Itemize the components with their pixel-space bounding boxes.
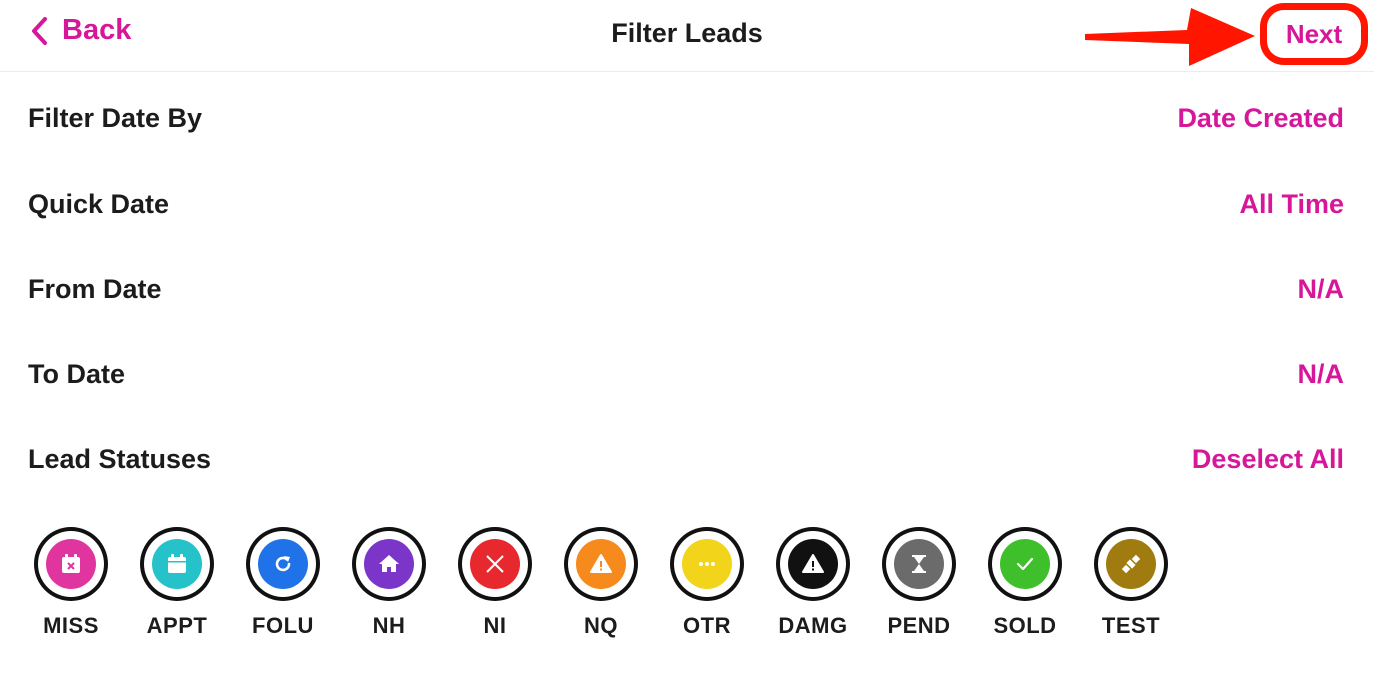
- status-sold[interactable]: SOLD: [972, 527, 1078, 639]
- deselect-all-button[interactable]: Deselect All: [1192, 444, 1344, 475]
- refresh-icon: [275, 556, 291, 572]
- status-code: SOLD: [993, 613, 1057, 638]
- status-dot: [1000, 539, 1050, 589]
- navigation-bar: Back Filter Leads Next: [0, 0, 1374, 72]
- status-ni[interactable]: NI: [442, 527, 548, 639]
- status-otr[interactable]: OTR: [654, 527, 760, 639]
- status-pend[interactable]: PEND: [866, 527, 972, 639]
- ellipsis-icon: [699, 562, 715, 566]
- warning-icon: [802, 554, 824, 573]
- status-nh[interactable]: NH: [336, 527, 442, 639]
- filter-value[interactable]: Date Created: [1177, 103, 1344, 134]
- filter-label: Quick Date: [28, 188, 170, 219]
- filter-row-to-date[interactable]: To Date N/A: [28, 354, 1344, 394]
- status-nq[interactable]: NQ: [548, 527, 654, 639]
- status-dot: [152, 539, 202, 589]
- lead-status-list: MISS APPT FOLU NH NI NQ OTR DAMG PEND SO…: [18, 527, 1184, 639]
- status-appt[interactable]: APPT: [124, 527, 230, 639]
- status-miss[interactable]: MISS: [18, 527, 124, 639]
- filter-label: To Date: [28, 358, 126, 389]
- status-code: TEST: [1101, 613, 1161, 638]
- filter-value[interactable]: N/A: [1298, 359, 1345, 390]
- hourglass-icon: [912, 555, 926, 573]
- annotation-arrow-icon: [1085, 8, 1255, 66]
- check-icon: [1016, 557, 1034, 571]
- status-code: NI: [483, 613, 507, 638]
- status-code: MISS: [43, 613, 99, 638]
- status-dot: [1106, 539, 1156, 589]
- status-code: FOLU: [252, 613, 314, 638]
- satellite-icon: [1121, 554, 1141, 574]
- status-dot: [576, 539, 626, 589]
- calendar-x-icon: [62, 554, 80, 573]
- status-dot: [470, 539, 520, 589]
- status-dot: [788, 539, 838, 589]
- status-folu[interactable]: FOLU: [230, 527, 336, 639]
- status-code: DAMG: [778, 613, 848, 638]
- filter-row-lead-statuses: Lead Statuses Deselect All: [28, 439, 1344, 479]
- status-code: PEND: [887, 613, 951, 638]
- status-dot: [682, 539, 732, 589]
- filter-row-date-by[interactable]: Filter Date By Date Created: [28, 98, 1344, 138]
- status-code: OTR: [683, 613, 731, 638]
- x-icon: [486, 555, 504, 573]
- status-test[interactable]: TEST: [1078, 527, 1184, 639]
- filter-label: Lead Statuses: [28, 443, 212, 474]
- status-dot: [364, 539, 414, 589]
- next-button[interactable]: Next: [1286, 19, 1342, 50]
- filter-value[interactable]: N/A: [1298, 274, 1345, 305]
- filter-label: Filter Date By: [28, 102, 203, 133]
- next-button-highlight: Next: [1260, 3, 1368, 65]
- home-icon: [379, 555, 399, 572]
- status-code: NQ: [584, 613, 618, 638]
- status-dot: [46, 539, 96, 589]
- status-code: NH: [372, 613, 406, 638]
- status-dot: [894, 539, 944, 589]
- filter-row-quick-date[interactable]: Quick Date All Time: [28, 184, 1344, 224]
- status-code: APPT: [146, 613, 208, 638]
- calendar-icon: [168, 554, 186, 573]
- status-dot: [258, 539, 308, 589]
- filter-value[interactable]: All Time: [1239, 189, 1344, 220]
- warning-icon: [590, 554, 612, 573]
- filter-row-from-date[interactable]: From Date N/A: [28, 269, 1344, 309]
- status-damg[interactable]: DAMG: [760, 527, 866, 639]
- filter-label: From Date: [28, 273, 162, 304]
